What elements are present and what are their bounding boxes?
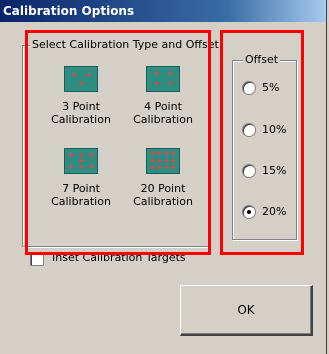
offset-10-label: 10% — [262, 123, 287, 136]
offset-5-label: 5% — [262, 81, 280, 94]
cal-label-line1: 7 Point — [62, 182, 100, 195]
cal-label-line2: Calibration — [51, 113, 111, 126]
window-title: Calibration Options — [3, 4, 135, 18]
offset-group-label: Offset — [243, 53, 281, 66]
seven-point-calibration-option[interactable]: + + + + + + + 7 Point Calibration — [40, 148, 122, 208]
offset-20-label: 20% — [262, 205, 287, 218]
ok-button[interactable]: OK — [180, 285, 313, 336]
cal-label-line1: 3 Point — [62, 100, 100, 113]
three-point-calibration-option[interactable]: + + + 3 Point Calibration — [40, 66, 122, 126]
radio-button[interactable] — [242, 164, 256, 178]
offset-15-label: 15% — [262, 164, 287, 177]
radio-button[interactable] — [242, 123, 256, 137]
inset-calibration-targets-checkbox[interactable] — [30, 252, 44, 266]
cal-label-line1: 4 Point — [144, 100, 182, 113]
cal-label-line2: Calibration — [51, 195, 111, 208]
four-point-calibration-icon: + + + + — [146, 66, 180, 92]
seven-point-calibration-icon: + + + + + + + — [64, 148, 98, 174]
inset-calibration-targets-label: Inset Calibration Targets — [52, 251, 186, 264]
cal-label-line2: Calibration — [133, 195, 193, 208]
three-point-calibration-icon: + + + — [64, 66, 98, 92]
cal-label-line1: 20 Point — [140, 182, 186, 195]
calibration-type-group-label: Select Calibration Type and Offset — [30, 38, 221, 51]
twenty-point-calibration-option[interactable]: + + + + + + + + + + + + 20 Point Calibration — [122, 148, 204, 208]
cal-label-line2: Calibration — [133, 113, 193, 126]
twenty-point-calibration-icon: + + + + + + + + + + + + — [146, 148, 180, 174]
radio-button[interactable] — [242, 81, 256, 95]
calibration-options-dialog: Calibration Options Select Calibration T… — [0, 0, 327, 354]
radio-button-selected[interactable] — [242, 205, 256, 219]
four-point-calibration-option[interactable]: + + + + 4 Point Calibration — [122, 66, 204, 126]
title-bar[interactable]: Calibration Options — [0, 0, 326, 22]
